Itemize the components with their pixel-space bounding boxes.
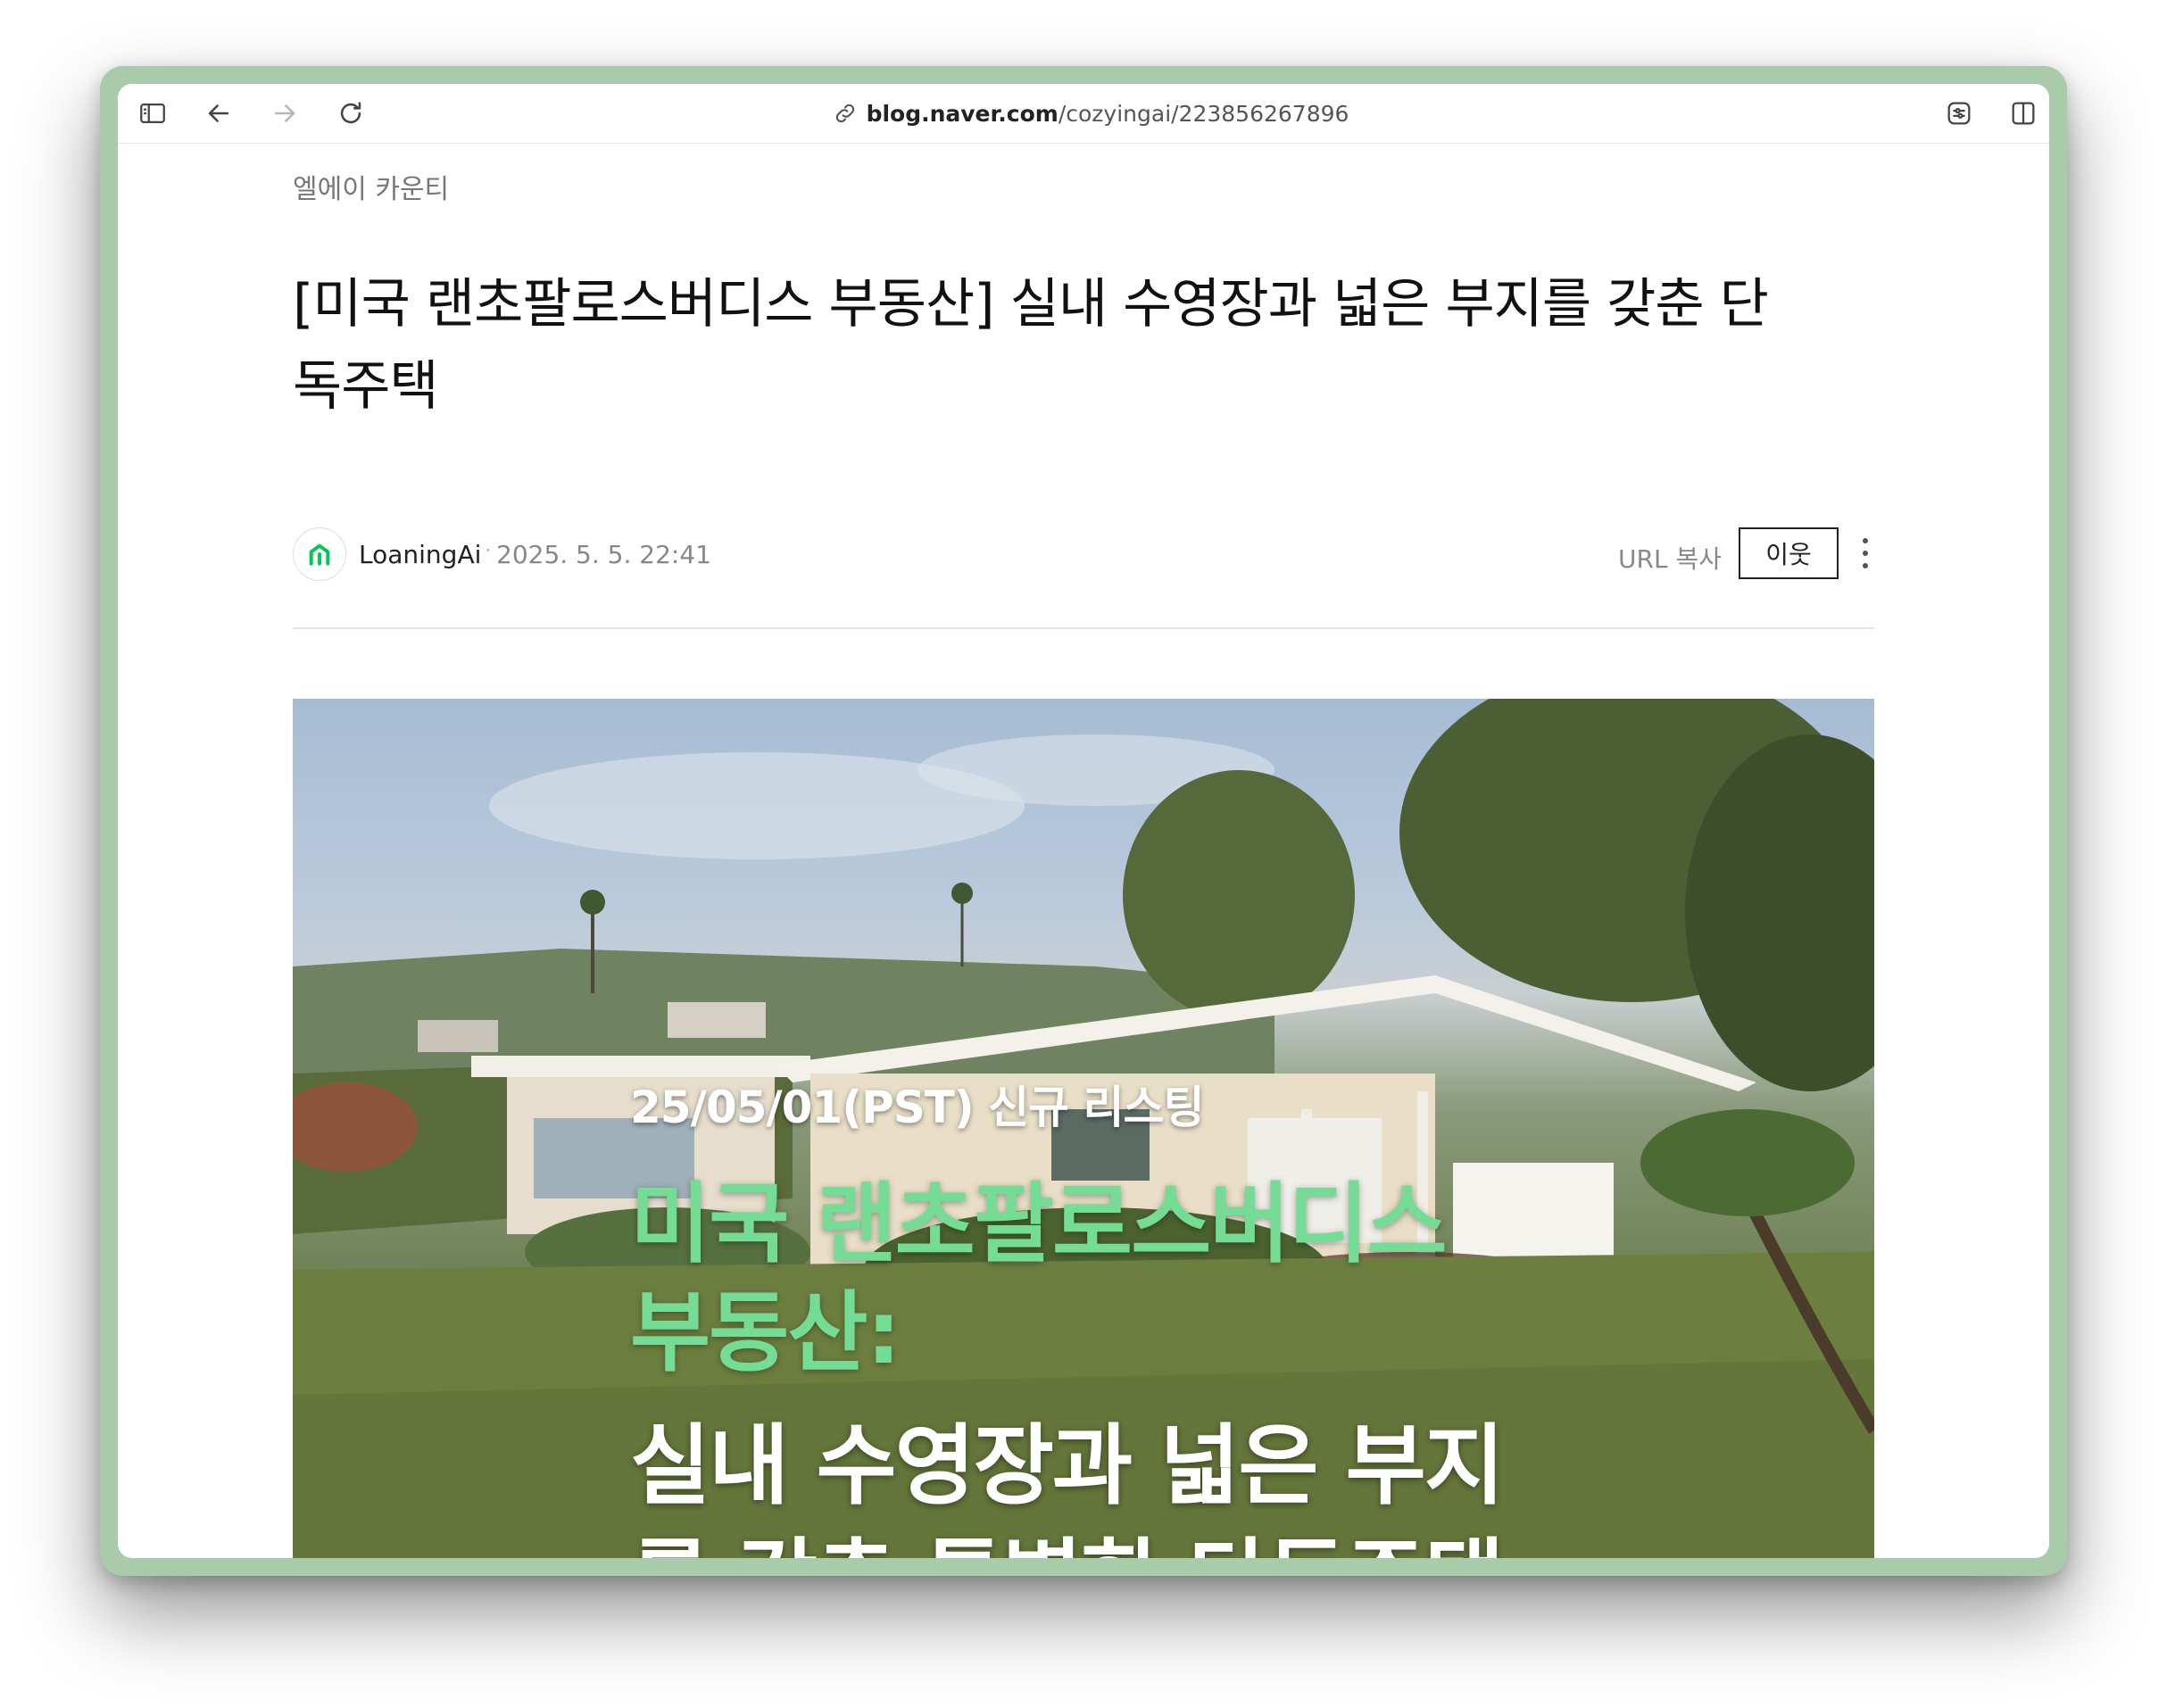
post-date: 2025. 5. 5. 22:41 — [496, 540, 711, 569]
post-category[interactable]: 엘에이 카운티 — [293, 167, 449, 206]
post-title-line2: 독주택 — [293, 355, 439, 419]
more-options-button[interactable] — [1855, 531, 1876, 576]
address-host: blog.naver.com — [866, 100, 1059, 127]
split-view-button[interactable] — [2003, 93, 2044, 134]
address-path: /cozyingai/223856267896 — [1058, 100, 1349, 127]
hero-image: 25/05/01(PST) 신규 리스팅 미국 랜초팔로스버디스 부동산: 실내… — [293, 699, 1874, 1558]
back-arrow-icon — [208, 104, 229, 122]
meta-separator: · — [485, 538, 492, 563]
browser-toolbar: blog.naver.com/cozyingai/223856267896 — [118, 84, 2049, 144]
add-neighbor-button[interactable]: 이웃 — [1739, 527, 1839, 579]
hero-headline-green: 미국 랜초팔로스버디스 부동산: — [630, 1170, 1448, 1388]
blog-post-content: 엘에이 카운티 [미국 랜초팔로스버디스 부동산] 실내 수영장과 넓은 부지를… — [118, 144, 2049, 1558]
url-copy-button[interactable]: URL 복사 — [1618, 540, 1722, 576]
header-divider — [293, 627, 1874, 629]
back-button[interactable] — [198, 93, 239, 134]
hero-white-line2: 를 갖춘 특별한 단독주택 — [630, 1523, 1505, 1558]
author-name[interactable]: LoaningAi — [359, 540, 481, 569]
sidebar-icon — [140, 103, 165, 124]
forward-arrow-icon — [274, 104, 295, 122]
hero-green-line2: 부동산: — [630, 1282, 901, 1384]
hero-green-line1: 미국 랜초팔로스버디스 — [630, 1173, 1448, 1275]
avatar[interactable] — [293, 527, 346, 581]
hero-headline-white: 실내 수영장과 넓은 부지 를 갖춘 특별한 단독주택 — [630, 1409, 1505, 1558]
split-view-icon — [2012, 102, 2035, 125]
hero-white-line1: 실내 수영장과 넓은 부지 — [630, 1415, 1505, 1517]
browser-viewport: blog.naver.com/cozyingai/223856267896 엘에… — [118, 84, 2049, 1558]
sidebar-toggle-button[interactable] — [132, 93, 173, 134]
forward-button[interactable] — [264, 93, 305, 134]
reload-button[interactable] — [330, 93, 371, 134]
page-settings-button[interactable] — [1939, 93, 1980, 134]
more-vertical-icon — [1863, 538, 1868, 568]
link-icon — [835, 104, 854, 123]
address-bar[interactable]: blog.naver.com/cozyingai/223856267896 — [814, 95, 1367, 132]
page-settings-icon — [1947, 102, 1971, 125]
reload-icon — [340, 102, 361, 124]
browser-window: blog.naver.com/cozyingai/223856267896 엘에… — [100, 66, 2067, 1576]
listing-date-text: 25/05/01(PST) 신규 리스팅 — [630, 1082, 1205, 1133]
post-title-line1: [미국 랜초팔로스버디스 부동산] 실내 수영장과 넓은 부지를 갖춘 단 — [293, 273, 1769, 336]
blog-logo-icon — [309, 543, 330, 566]
post-title: [미국 랜초팔로스버디스 부동산] 실내 수영장과 넓은 부지를 갖춘 단 독주… — [293, 263, 1899, 427]
author-row: LoaningAi · 2025. 5. 5. 22:41 URL 복사 이웃 — [293, 527, 1874, 586]
